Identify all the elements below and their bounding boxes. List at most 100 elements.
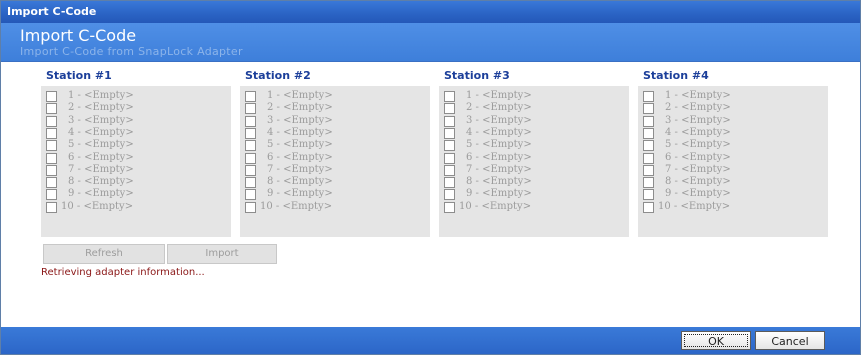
- slot-checkbox[interactable]: [444, 177, 455, 189]
- slot-checkbox[interactable]: [245, 164, 256, 176]
- slot-checkbox[interactable]: [46, 189, 57, 201]
- slot-checkbox[interactable]: [643, 164, 654, 176]
- slot-checkbox[interactable]: [643, 91, 654, 102]
- slot-checkbox[interactable]: [245, 189, 256, 201]
- slot-row[interactable]: 9 - <Empty>: [41, 188, 231, 201]
- slot-row[interactable]: 3 - <Empty>: [439, 115, 629, 128]
- slot-row[interactable]: 8 - <Empty>: [41, 176, 231, 189]
- slot-checkbox[interactable]: [245, 127, 256, 139]
- slot-label: 9 - <Empty>: [68, 188, 134, 200]
- slot-label: 3 - <Empty>: [68, 114, 134, 126]
- slot-checkbox[interactable]: [444, 152, 455, 164]
- slot-row[interactable]: 3 - <Empty>: [240, 114, 430, 128]
- slot-row[interactable]: 8 - <Empty>: [638, 176, 828, 189]
- slot-row[interactable]: 10 - <Empty>: [439, 201, 629, 214]
- slot-checkbox[interactable]: [444, 115, 455, 127]
- slot-checkbox[interactable]: [643, 115, 654, 127]
- slot-row[interactable]: 1 - <Empty>: [439, 90, 629, 103]
- slot-label: 7 - <Empty>: [267, 163, 333, 175]
- slot-row[interactable]: 3 - <Empty>: [41, 114, 231, 128]
- slot-label: 10 - <Empty>: [61, 200, 134, 212]
- slot-label: 4 - <Empty>: [466, 126, 532, 138]
- slot-row[interactable]: 7 - <Empty>: [638, 164, 828, 177]
- slot-checkbox[interactable]: [643, 127, 654, 139]
- slot-checkbox[interactable]: [444, 189, 455, 201]
- slot-row[interactable]: 1 - <Empty>: [240, 90, 430, 103]
- slot-checkbox[interactable]: [444, 103, 455, 115]
- slot-row[interactable]: 5 - <Empty>: [41, 139, 231, 152]
- slot-checkbox[interactable]: [444, 201, 455, 213]
- refresh-button[interactable]: Refresh: [43, 244, 165, 264]
- slot-label: 3 - <Empty>: [267, 114, 333, 126]
- slot-row[interactable]: 9 - <Empty>: [439, 188, 629, 201]
- slot-checkbox[interactable]: [46, 164, 57, 176]
- ok-button[interactable]: OK: [681, 331, 751, 350]
- slot-row[interactable]: 4 - <Empty>: [240, 127, 430, 140]
- slot-row[interactable]: 2 - <Empty>: [638, 102, 828, 115]
- window-title-bar: Import C-Code: [1, 1, 860, 23]
- slot-checkbox[interactable]: [245, 152, 256, 164]
- slot-checkbox[interactable]: [46, 152, 57, 164]
- cancel-button[interactable]: Cancel: [755, 331, 825, 350]
- slot-row[interactable]: 10 - <Empty>: [240, 201, 430, 214]
- slot-row[interactable]: 2 - <Empty>: [439, 102, 629, 115]
- slot-label: 8 - <Empty>: [466, 176, 532, 188]
- slot-row[interactable]: 6 - <Empty>: [240, 151, 430, 165]
- slot-row[interactable]: 7 - <Empty>: [41, 164, 231, 177]
- slot-row[interactable]: 8 - <Empty>: [240, 176, 430, 189]
- slot-row[interactable]: 8 - <Empty>: [439, 176, 629, 189]
- slot-checkbox[interactable]: [444, 140, 455, 152]
- slot-checkbox[interactable]: [46, 127, 57, 139]
- slot-checkbox[interactable]: [245, 177, 256, 189]
- slot-row[interactable]: 6 - <Empty>: [41, 152, 231, 165]
- slot-row[interactable]: 5 - <Empty>: [638, 139, 828, 152]
- slot-checkbox[interactable]: [46, 103, 57, 115]
- station-title: Station #3: [444, 69, 510, 82]
- slot-row[interactable]: 4 - <Empty>: [638, 127, 828, 140]
- slot-row[interactable]: 1 - <Empty>: [41, 90, 231, 103]
- slot-checkbox[interactable]: [46, 201, 57, 213]
- slot-checkbox[interactable]: [245, 103, 256, 115]
- import-button[interactable]: Import: [167, 244, 277, 264]
- slot-checkbox[interactable]: [46, 177, 57, 189]
- slot-checkbox[interactable]: [643, 201, 654, 213]
- slot-row[interactable]: 5 - <Empty>: [439, 139, 629, 152]
- station-slot-list: 1 - <Empty> 2 - <Empty> 3 - <Empty> 4 - <Em…: [439, 86, 629, 237]
- slot-row[interactable]: 2 - <Empty>: [41, 102, 231, 115]
- slot-row[interactable]: 2 - <Empty>: [240, 102, 430, 115]
- slot-row[interactable]: 7 - <Empty>: [439, 164, 629, 177]
- slot-checkbox[interactable]: [46, 91, 57, 102]
- slot-row[interactable]: 3 - <Empty>: [638, 115, 828, 128]
- slot-row[interactable]: 4 - <Empty>: [439, 126, 629, 140]
- slot-checkbox[interactable]: [46, 115, 57, 127]
- slot-row[interactable]: 5 - <Empty>: [240, 139, 430, 152]
- slot-checkbox[interactable]: [245, 91, 256, 102]
- slot-row[interactable]: 7 - <Empty>: [240, 163, 430, 177]
- station-title: Station #1: [46, 69, 112, 82]
- slot-row[interactable]: 6 - <Empty>: [638, 152, 828, 165]
- slot-checkbox[interactable]: [643, 103, 654, 115]
- slot-label: 6 - <Empty>: [267, 151, 333, 163]
- slot-checkbox[interactable]: [444, 91, 455, 102]
- slot-checkbox[interactable]: [245, 140, 256, 152]
- slot-row[interactable]: 10 - <Empty>: [638, 201, 828, 214]
- slot-row[interactable]: 9 - <Empty>: [240, 188, 430, 201]
- slot-checkbox[interactable]: [444, 164, 455, 176]
- slot-row[interactable]: 1 - <Empty>: [638, 90, 828, 103]
- slot-label: 1 - <Empty>: [267, 90, 333, 101]
- slot-checkbox[interactable]: [46, 140, 57, 152]
- slot-label: 4 - <Empty>: [68, 126, 134, 138]
- slot-row[interactable]: 9 - <Empty>: [638, 188, 828, 201]
- slot-checkbox[interactable]: [245, 201, 256, 213]
- slot-checkbox[interactable]: [643, 177, 654, 189]
- slot-row[interactable]: 4 - <Empty>: [41, 126, 231, 140]
- slot-checkbox[interactable]: [643, 189, 654, 201]
- slot-row[interactable]: 10 - <Empty>: [41, 200, 231, 214]
- slot-checkbox[interactable]: [643, 152, 654, 164]
- slot-checkbox[interactable]: [444, 127, 455, 139]
- slot-label: 6 - <Empty>: [466, 151, 532, 163]
- slot-checkbox[interactable]: [245, 115, 256, 127]
- slot-row[interactable]: 6 - <Empty>: [439, 151, 629, 165]
- slot-checkbox[interactable]: [643, 140, 654, 152]
- slot-label: 8 - <Empty>: [68, 176, 134, 188]
